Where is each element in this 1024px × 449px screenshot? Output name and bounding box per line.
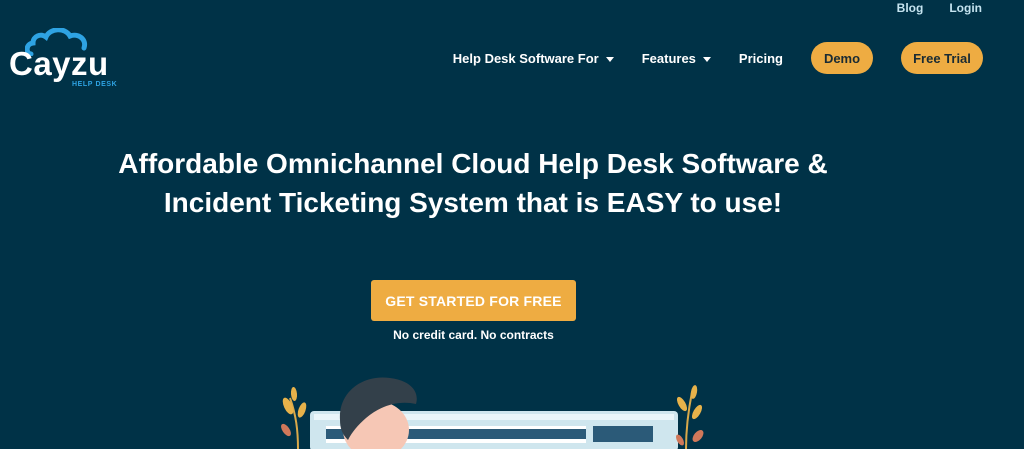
hero-title-line-2: Incident Ticketing System that is EASY t… — [163, 187, 783, 218]
get-started-button[interactable]: GET STARTED FOR FREE — [371, 280, 576, 321]
free-trial-button[interactable]: Free Trial — [901, 42, 983, 74]
nav-help-desk-software-for[interactable]: Help Desk Software For — [453, 51, 614, 66]
right-plant-icon — [676, 385, 704, 449]
nav-help-desk-label: Help Desk Software For — [452, 50, 599, 66]
demo-button[interactable]: Demo — [811, 42, 873, 74]
chevron-down-icon — [702, 56, 711, 62]
blog-link[interactable]: Blog — [897, 1, 924, 15]
support-agent-illustration — [281, 377, 704, 449]
logo-wordmark: Cayzu — [9, 45, 109, 82]
nav-features-label: Features — [641, 50, 696, 66]
left-plant-icon — [281, 387, 307, 449]
utility-nav: Blog Login — [897, 0, 982, 16]
nav-pricing[interactable]: Pricing — [739, 51, 783, 66]
chevron-down-icon — [605, 56, 614, 62]
logo-subtitle: HELP DESK — [72, 81, 118, 88]
hero-title-line-1: Affordable Omnichannel Cloud Help Desk S… — [118, 148, 828, 179]
nav-pricing-label: Pricing — [738, 50, 783, 66]
cta-note: No credit card. No contracts — [393, 328, 554, 342]
main-nav: Help Desk Software For Features Pricing … — [453, 42, 983, 74]
hero-title: Affordable Omnichannel Cloud Help Desk S… — [0, 144, 946, 222]
login-link[interactable]: Login — [949, 1, 982, 15]
nav-features[interactable]: Features — [642, 51, 711, 66]
cayzu-logo[interactable]: Cayzu HELP DESK — [9, 28, 125, 94]
